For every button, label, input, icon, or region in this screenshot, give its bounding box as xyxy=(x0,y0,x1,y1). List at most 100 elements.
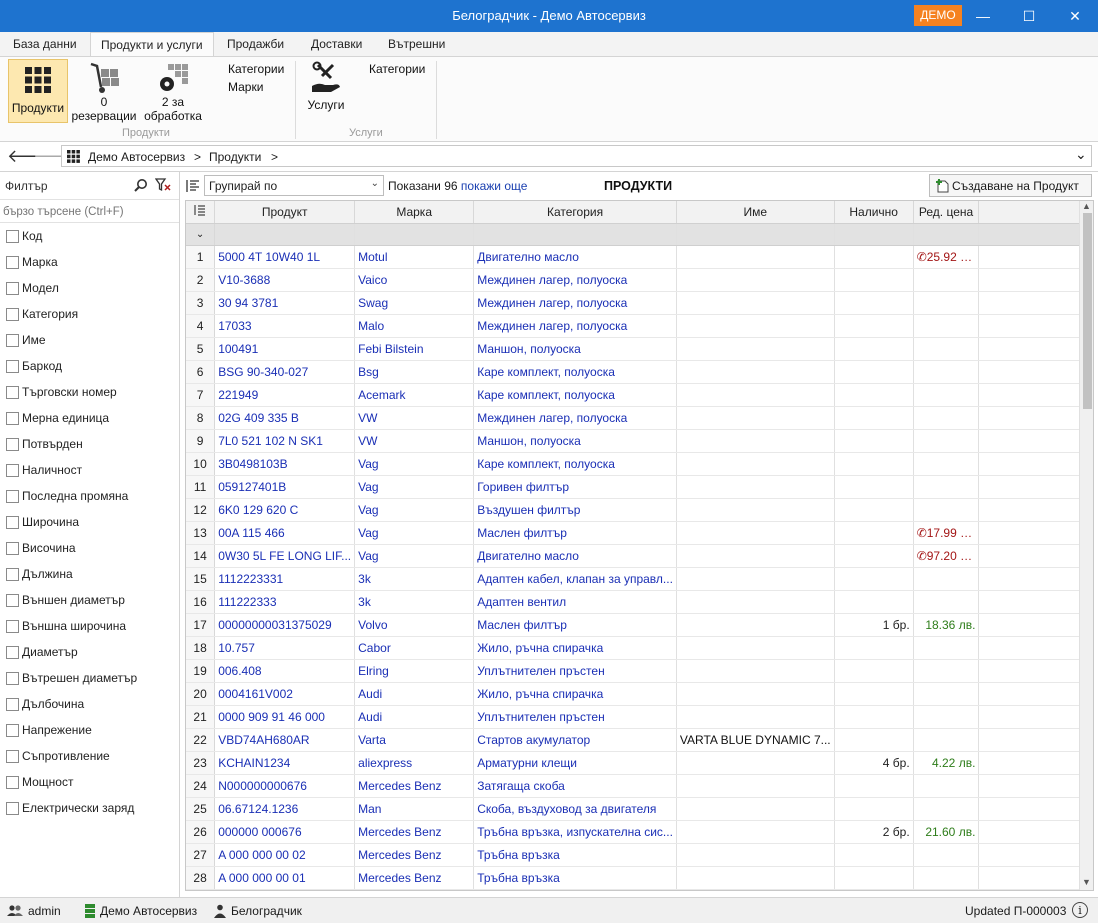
reservations-button[interactable]: 0 резервации xyxy=(70,59,138,125)
cell-brand[interactable]: Vag xyxy=(354,521,475,545)
cell-name[interactable] xyxy=(676,245,835,269)
checkbox[interactable] xyxy=(6,646,19,659)
cell-stock[interactable] xyxy=(834,659,914,683)
clear-filter-icon[interactable] xyxy=(155,178,171,192)
row-number[interactable]: 24 xyxy=(186,774,216,798)
table-row[interactable]: 15 1112223331 3k Адаптен кабел, клапан за у… xyxy=(186,567,1093,591)
table-row[interactable]: 14 0W30 5L FE LONG LIF... Vag Двигателно ма… xyxy=(186,544,1093,568)
cell-product-code[interactable]: 00000000031375029 xyxy=(214,613,356,637)
cell-category[interactable]: Скоба, въздуховод за двигателя xyxy=(473,797,677,821)
checkbox[interactable] xyxy=(6,542,19,555)
table-row[interactable]: 11 059127401B Vag Горивен филтър xyxy=(186,475,1093,499)
cell-price[interactable] xyxy=(913,728,980,752)
table-row[interactable]: 9 7L0 521 102 N SK1 VW Маншон, полуоска xyxy=(186,429,1093,453)
filter-cell[interactable] xyxy=(676,223,835,246)
cell-price[interactable] xyxy=(913,797,980,821)
column-header-stock[interactable]: Налично xyxy=(834,201,914,224)
scroll-down-icon[interactable]: ▼ xyxy=(1082,877,1091,887)
cell-product-code[interactable]: 221949 xyxy=(214,383,356,407)
cell-stock[interactable] xyxy=(834,843,914,867)
cell-category[interactable]: Адаптен вентил xyxy=(473,590,677,614)
row-number[interactable]: 3 xyxy=(186,291,216,315)
info-icon[interactable]: i xyxy=(1072,902,1088,918)
cell-price[interactable] xyxy=(913,590,980,614)
table-row[interactable]: 25 06.67124.1236 Man Скоба, въздуховод за д… xyxy=(186,797,1093,821)
cell-category[interactable]: Маншон, полуоска xyxy=(473,429,677,453)
checkbox[interactable] xyxy=(6,516,19,529)
checkbox[interactable] xyxy=(6,750,19,763)
row-number[interactable]: 22 xyxy=(186,728,216,752)
products-button[interactable]: Продукти xyxy=(8,59,68,123)
cell-category[interactable]: Маслен филтър xyxy=(473,521,677,545)
cell-stock[interactable] xyxy=(834,429,914,453)
cell-stock[interactable] xyxy=(834,682,914,706)
cell-product-code[interactable]: 00A 115 466 xyxy=(214,521,356,545)
scrollbar-thumb[interactable] xyxy=(1083,213,1092,409)
table-row[interactable]: 6 BSG 90-340-027 Bsg Каре комплект, полуоск… xyxy=(186,360,1093,384)
table-row[interactable]: 3 30 94 3781 Swag Междинен лагер, полуоска xyxy=(186,291,1093,315)
breadcrumb-separator[interactable]: > xyxy=(271,150,278,164)
cell-stock[interactable] xyxy=(834,337,914,361)
cell-product-code[interactable]: 006.408 xyxy=(214,659,356,683)
checkbox[interactable] xyxy=(6,594,19,607)
cell-price[interactable]: ✆ 25.92 лв. xyxy=(913,245,980,269)
row-number[interactable]: 23 xyxy=(186,751,216,775)
cell-brand[interactable]: Mercedes Benz xyxy=(354,866,475,890)
cell-category[interactable]: Адаптен кабел, клапан за управл... xyxy=(473,567,677,591)
checkbox[interactable] xyxy=(6,230,19,243)
column-header-brand[interactable]: Марка xyxy=(354,201,475,224)
cell-product-code[interactable]: 000000 000676 xyxy=(214,820,356,844)
checkbox[interactable] xyxy=(6,490,19,503)
filter-cell[interactable] xyxy=(834,223,914,246)
column-header-price[interactable]: Ред. цена xyxy=(913,201,980,224)
checkbox[interactable] xyxy=(6,256,19,269)
row-number[interactable]: 27 xyxy=(186,843,216,867)
cell-price[interactable] xyxy=(913,843,980,867)
cell-category[interactable]: Жило, ръчна спирачка xyxy=(473,682,677,706)
checkbox[interactable] xyxy=(6,360,19,373)
cell-product-code[interactable]: A 000 000 00 02 xyxy=(214,843,356,867)
cell-product-code[interactable]: 06.67124.1236 xyxy=(214,797,356,821)
table-row[interactable]: 13 00A 115 466 Vag Маслен филтър ✆ 17.99 лв. xyxy=(186,521,1093,545)
cell-name[interactable] xyxy=(676,751,835,775)
cell-product-code[interactable]: 111222333 xyxy=(214,590,356,614)
cell-price[interactable] xyxy=(913,314,980,338)
cell-stock[interactable] xyxy=(834,498,914,522)
row-number[interactable]: 15 xyxy=(186,567,216,591)
cell-stock[interactable] xyxy=(834,521,914,545)
table-row[interactable]: 10 3B0498103B Vag Каре комплект, полуоска xyxy=(186,452,1093,476)
table-row[interactable]: 5 100491 Febi Bilstein Маншон, полуоска xyxy=(186,337,1093,361)
row-number[interactable]: 13 xyxy=(186,521,216,545)
cell-category[interactable]: Уплътнителен пръстен xyxy=(473,659,677,683)
cell-category[interactable]: Въздушен филтър xyxy=(473,498,677,522)
cell-product-code[interactable]: 10.757 xyxy=(214,636,356,660)
tab-products-services[interactable]: Продукти и услуги xyxy=(90,32,214,56)
row-number[interactable]: 26 xyxy=(186,820,216,844)
cell-stock[interactable] xyxy=(834,245,914,269)
cell-stock[interactable] xyxy=(834,774,914,798)
cell-product-code[interactable]: 0W30 5L FE LONG LIF... xyxy=(214,544,356,568)
column-header-category[interactable]: Категория xyxy=(473,201,677,224)
cell-name[interactable] xyxy=(676,406,835,430)
cell-price[interactable] xyxy=(913,636,980,660)
row-number[interactable]: 11 xyxy=(186,475,216,499)
cell-category[interactable]: Каре комплект, полуоска xyxy=(473,383,677,407)
cell-brand[interactable]: Motul xyxy=(354,245,475,269)
row-number[interactable]: 10 xyxy=(186,452,216,476)
services-categories-link[interactable]: Категории xyxy=(369,62,425,76)
cell-brand[interactable]: Vag xyxy=(354,475,475,499)
cell-brand[interactable]: Acemark xyxy=(354,383,475,407)
filter-cell[interactable] xyxy=(473,223,677,246)
checkbox[interactable] xyxy=(6,698,19,711)
cell-product-code[interactable]: 02G 409 335 B xyxy=(214,406,356,430)
cell-product-code[interactable]: V10-3688 xyxy=(214,268,356,292)
row-number[interactable]: 4 xyxy=(186,314,216,338)
cell-price[interactable]: ✆ 97.20 лв. xyxy=(913,544,980,568)
processing-button[interactable]: 2 за обработка xyxy=(140,59,206,125)
cell-category[interactable]: Жило, ръчна спирачка xyxy=(473,636,677,660)
checkbox[interactable] xyxy=(6,724,19,737)
table-row[interactable]: 4 17033 Malo Междинен лагер, полуоска xyxy=(186,314,1093,338)
maximize-button[interactable]: ☐ xyxy=(1006,0,1052,32)
cell-name[interactable] xyxy=(676,797,835,821)
breadcrumb-page[interactable]: Продукти xyxy=(209,150,261,164)
